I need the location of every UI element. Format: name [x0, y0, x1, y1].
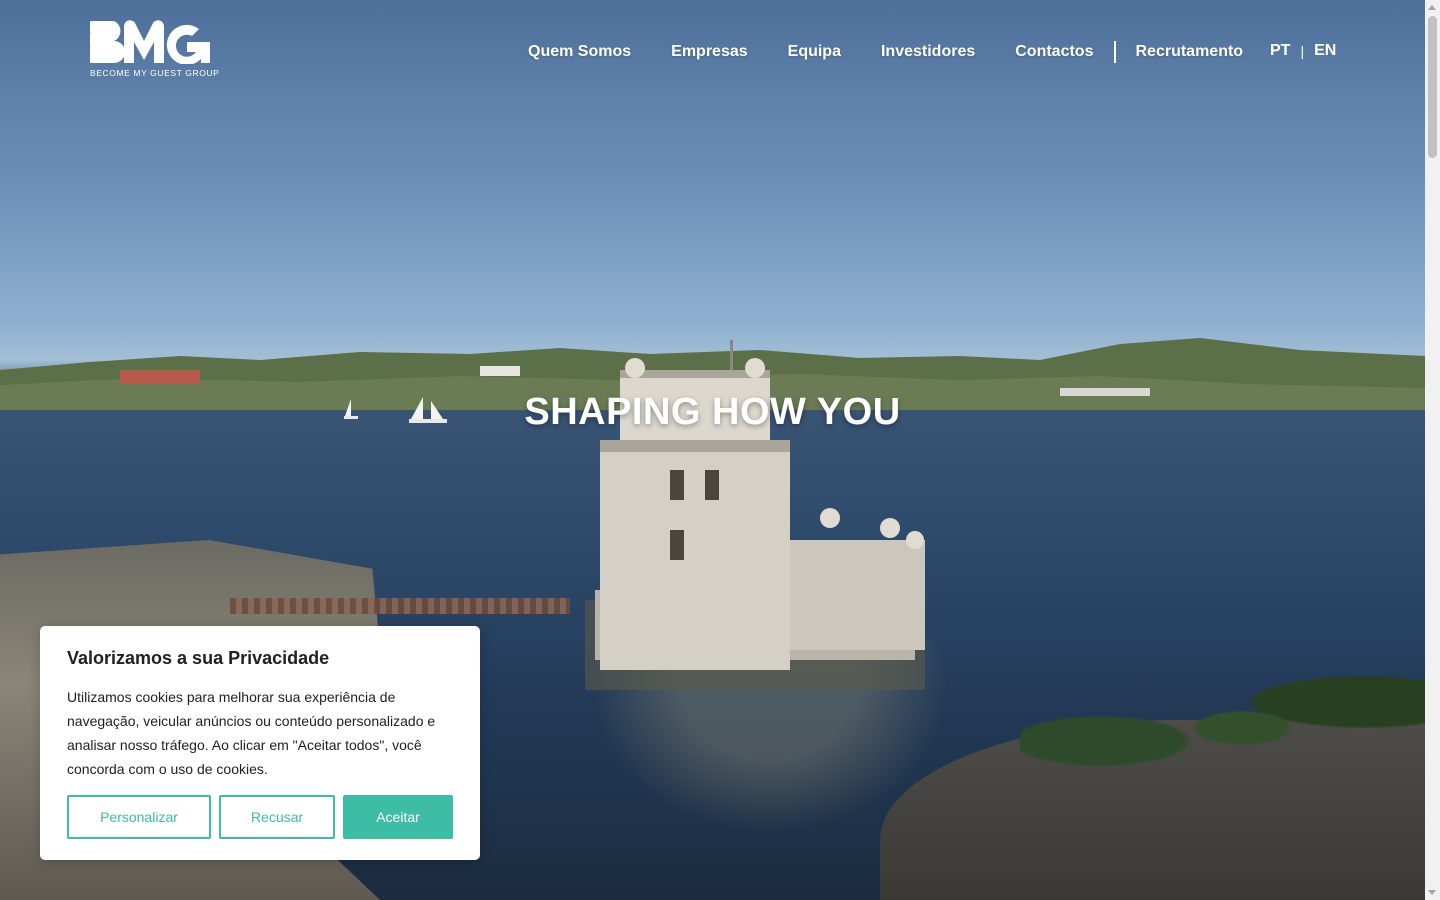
nav-item-recrutamento[interactable]: Recrutamento: [1135, 43, 1243, 61]
accept-button[interactable]: Aceitar: [343, 795, 453, 839]
nav-item-empresas[interactable]: Empresas: [671, 43, 748, 61]
lang-pt-link[interactable]: PT: [1270, 42, 1290, 60]
pier: [230, 598, 570, 614]
site-logo[interactable]: BECOME MY GUEST GROUP: [90, 18, 219, 82]
bmg-logo-icon: [90, 20, 210, 64]
logo-subtitle: BECOME MY GUEST GROUP: [90, 68, 220, 78]
nav-item-contactos[interactable]: Contactos: [1015, 43, 1093, 61]
main-nav: Quem Somos Empresas Equipa Investidores …: [528, 41, 1243, 63]
cookie-text: Utilizamos cookies para melhorar sua exp…: [67, 689, 436, 777]
nav-item-quem-somos[interactable]: Quem Somos: [528, 43, 631, 61]
nav-divider: [1114, 41, 1117, 63]
cookie-consent-banner: Valorizamos a sua Privacidade Utilizamos…: [40, 626, 480, 860]
customize-button[interactable]: Personalizar: [67, 795, 211, 839]
cookie-buttons: Personalizar Recusar Aceitar: [67, 795, 453, 839]
scroll-up-arrow-icon[interactable]: [1428, 5, 1436, 10]
nav-item-equipa[interactable]: Equipa: [788, 43, 841, 61]
hero-title: SHAPING HOW YOU: [524, 391, 901, 433]
trees: [1020, 650, 1425, 780]
nav-item-investidores[interactable]: Investidores: [881, 43, 975, 61]
lang-en-link[interactable]: EN: [1314, 42, 1336, 60]
lang-separator: |: [1300, 43, 1305, 59]
cookie-title: Valorizamos a sua Privacidade: [67, 648, 330, 668]
reject-button[interactable]: Recusar: [219, 795, 335, 839]
language-switcher: PT | EN: [1270, 42, 1336, 60]
page: BECOME MY GUEST GROUP Quem Somos Empresa…: [0, 0, 1440, 900]
site-header: BECOME MY GUEST GROUP Quem Somos Empresa…: [0, 0, 1425, 100]
page-scrollbar[interactable]: [1425, 0, 1440, 900]
scrollbar-thumb[interactable]: [1428, 16, 1437, 158]
scroll-down-arrow-icon[interactable]: [1428, 890, 1436, 895]
